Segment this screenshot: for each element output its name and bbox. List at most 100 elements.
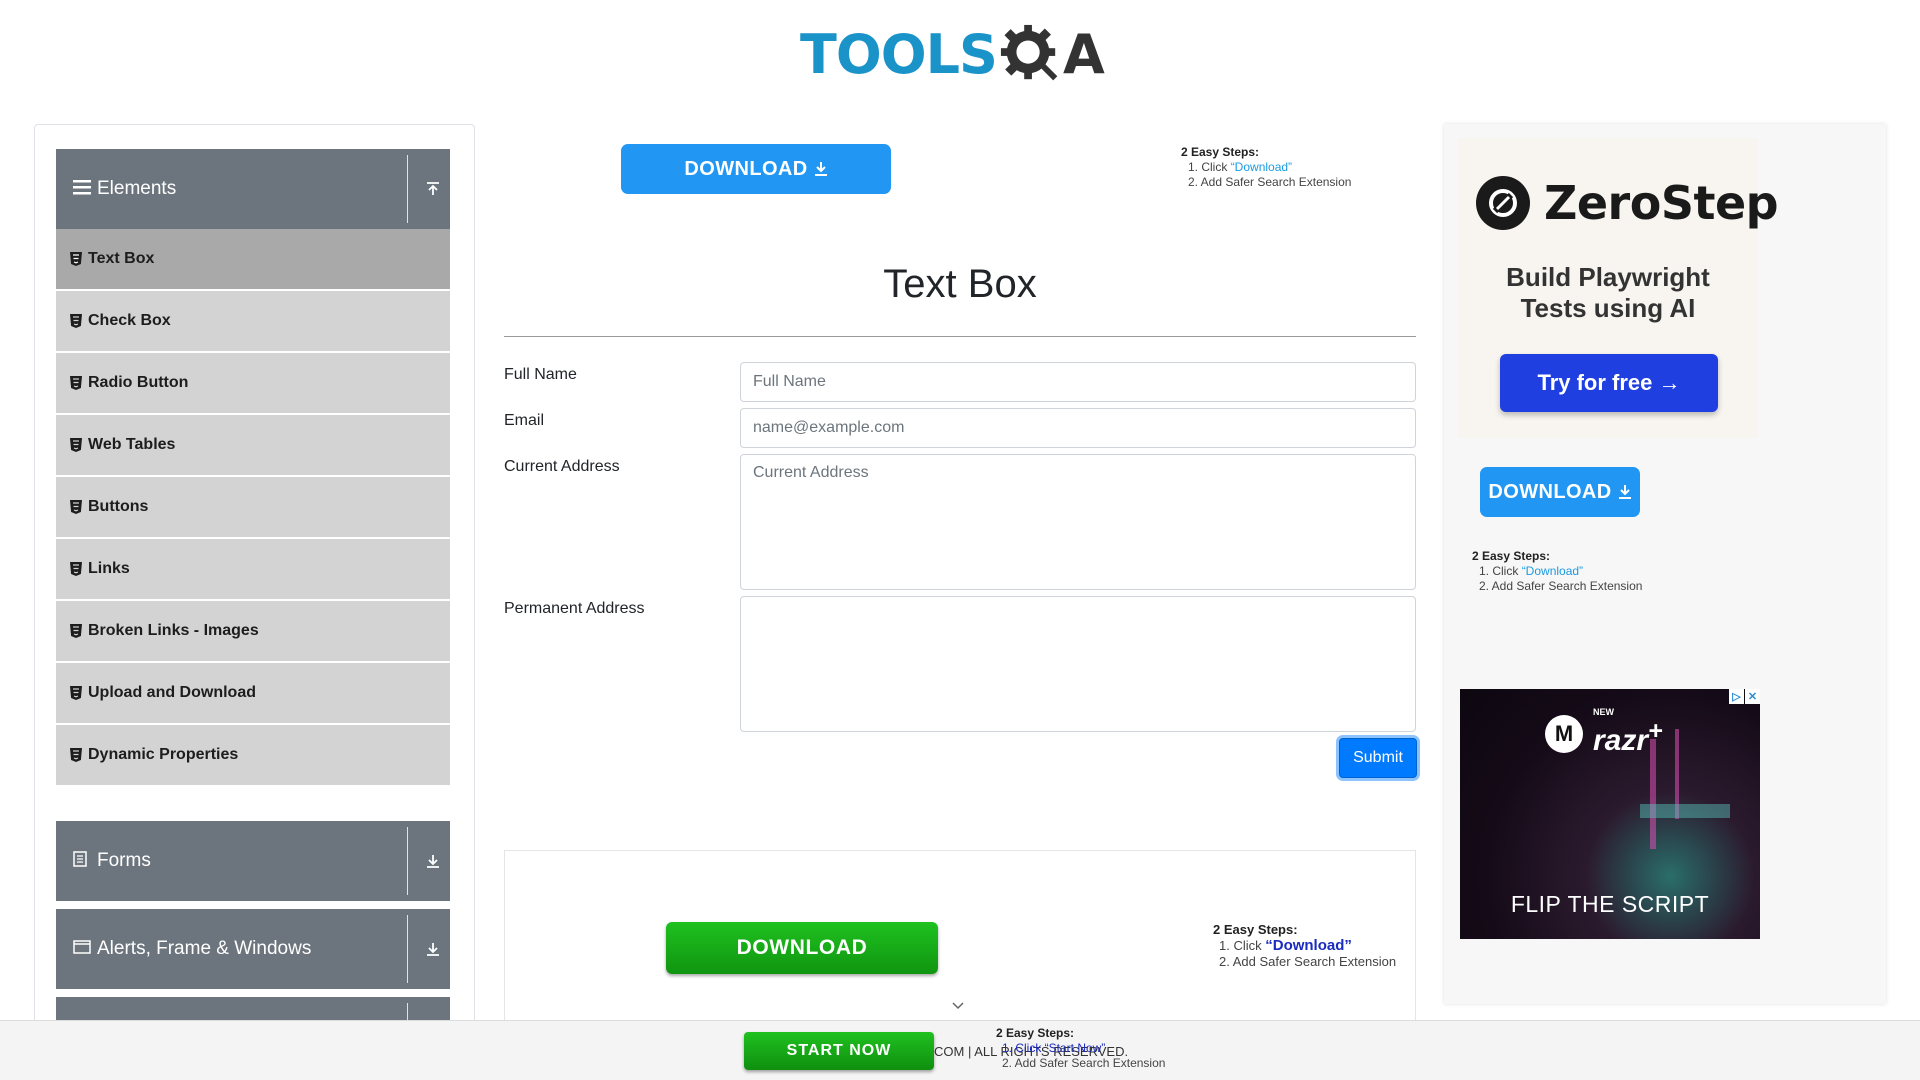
zerostep-tagline: Build Playwright Tests using AI	[1458, 262, 1758, 324]
step-text: 1. Click	[1188, 160, 1231, 174]
motorola-logo-icon: M	[1545, 714, 1583, 753]
step-text: 1. Click	[1479, 564, 1522, 578]
sidebar-item-label: Dynamic Properties	[88, 746, 239, 763]
sidebar-item-label: Links	[88, 560, 130, 577]
email-input[interactable]	[740, 408, 1416, 448]
step-2: 2. Add Safer Search Extension	[1002, 1056, 1166, 1070]
zerostep-name: ZeroStep	[1544, 176, 1779, 230]
try-for-free-button[interactable]: Try for free →	[1500, 354, 1718, 412]
sidebar-item-label: Upload and Download	[88, 684, 256, 701]
divider	[407, 155, 408, 223]
step-1: 1. Click “Download”	[1213, 938, 1396, 954]
html5-icon	[70, 748, 82, 762]
top-ad-steps: 2 Easy Steps: 1. Click “Download” 2. Add…	[1181, 145, 1351, 190]
html5-icon	[70, 252, 82, 266]
steps-title: 2 Easy Steps:	[1213, 922, 1298, 937]
razr-word: razr	[1593, 724, 1649, 757]
light-streak	[1640, 804, 1730, 818]
razr-name: razr+	[1593, 717, 1663, 758]
sidebar-item-links[interactable]: Links	[56, 539, 450, 601]
start-now-button[interactable]: START NOW	[744, 1032, 934, 1070]
sidebar-item-buttons[interactable]: Buttons	[56, 477, 450, 539]
window-icon	[73, 938, 93, 961]
sidebar-item-radio-button[interactable]: Radio Button	[56, 353, 450, 415]
divider	[407, 827, 408, 895]
sidebar-item-dynamic-properties[interactable]: Dynamic Properties	[56, 725, 450, 787]
tagline-line-2: Tests using AI	[1520, 293, 1696, 323]
step-text: 1. Click	[1219, 938, 1266, 953]
html5-icon	[70, 500, 82, 514]
step-2: 2. Add Safer Search Extension	[1188, 175, 1352, 189]
sidebar-item-upload-download[interactable]: Upload and Download	[56, 663, 450, 725]
ad-choices[interactable]: ▷ ✕	[1729, 689, 1760, 704]
green-download-button[interactable]: DOWNLOAD	[666, 922, 938, 974]
logo-qa: A	[997, 23, 1105, 86]
sidebar-group-elements: Elements Text Box Check Box Radio Button…	[56, 149, 450, 787]
download-arrow-icon[interactable]	[416, 821, 450, 901]
top-download-button[interactable]: DOWNLOAD	[621, 144, 891, 194]
steps-title: 2 Easy Steps:	[996, 1026, 1075, 1040]
razr-ad[interactable]: ▷ ✕ M NEW razr+ FLIP THE SCRIPT	[1460, 689, 1760, 939]
title-divider	[504, 336, 1416, 337]
step-1: 1. Click “Download”	[1472, 564, 1642, 579]
sidebar-group-forms: Forms	[56, 821, 450, 901]
current-address-label: Current Address	[504, 458, 620, 475]
full-name-input[interactable]	[740, 362, 1416, 402]
step-link[interactable]: “Download”	[1522, 564, 1583, 578]
sidebar-item-label: Web Tables	[88, 436, 176, 453]
right-download-button[interactable]: DOWNLOAD	[1480, 467, 1640, 517]
download-icon	[814, 162, 827, 176]
tagline-line-1: Build Playwright	[1506, 262, 1710, 292]
steps-title: 2 Easy Steps:	[1472, 549, 1551, 563]
html5-icon	[70, 562, 82, 576]
logo-text: TOOLS	[800, 22, 998, 86]
full-name-label: Full Name	[504, 366, 577, 383]
sidebar-item-label: Broken Links - Images	[88, 622, 259, 639]
toolsqa-logo[interactable]: TOOLS A	[800, 14, 1125, 94]
adchoices-icon[interactable]: ▷	[1729, 689, 1744, 704]
download-arrow-icon[interactable]	[416, 909, 450, 989]
gear-search-icon	[1000, 24, 1058, 81]
group-header-forms[interactable]: Forms	[56, 821, 450, 901]
group-label-elements: Elements	[97, 178, 177, 199]
divider	[407, 915, 408, 983]
email-label: Email	[504, 412, 545, 429]
step-link[interactable]: “Download”	[1231, 160, 1292, 174]
group-header-elements[interactable]: Elements	[56, 149, 450, 229]
html5-icon	[70, 314, 82, 328]
page-title: Text Box	[883, 262, 1037, 306]
step-link[interactable]: “Download”	[1265, 937, 1352, 954]
footer-ad-steps: 2 Easy Steps: 1. Click “Start Now” 2. Ad…	[996, 1026, 1165, 1071]
current-address-input[interactable]	[740, 454, 1416, 590]
sidebar-item-label: Buttons	[88, 498, 149, 515]
group-header-alerts[interactable]: Alerts, Frame & Windows	[56, 909, 450, 989]
bottom-ad-steps: 2 Easy Steps: 1. Click “Download” 2. Add…	[1213, 922, 1396, 970]
step-1[interactable]: 1. Click “Start Now”	[996, 1041, 1165, 1056]
submit-button[interactable]: Submit	[1339, 738, 1417, 778]
sidebar-group-alerts: Alerts, Frame & Windows	[56, 909, 450, 989]
group-label-alerts: Alerts, Frame & Windows	[97, 938, 312, 959]
zerostep-logo: ZeroStep	[1476, 176, 1779, 230]
download-label: DOWNLOAD	[1488, 480, 1612, 503]
sidebar-item-label: Check Box	[88, 312, 171, 329]
upload-arrow-icon[interactable]	[416, 149, 450, 229]
download-label: DOWNLOAD	[684, 157, 808, 180]
razr-tagline: FLIP THE SCRIPT	[1510, 891, 1710, 917]
razr-logo: M NEW razr+	[1545, 707, 1663, 758]
permanent-address-label: Permanent Address	[504, 600, 645, 617]
chevron-down-icon[interactable]	[950, 998, 966, 1014]
logo-suffix: A	[1062, 22, 1105, 86]
sidebar-item-check-box[interactable]: Check Box	[56, 291, 450, 353]
close-icon[interactable]: ✕	[1745, 689, 1760, 704]
step-2: 2. Add Safer Search Extension	[1219, 954, 1397, 969]
step-1: 1. Click “Download”	[1181, 160, 1351, 175]
zerostep-mark-icon	[1476, 176, 1530, 230]
sidebar-item-web-tables[interactable]: Web Tables	[56, 415, 450, 477]
sidebar: Elements Text Box Check Box Radio Button…	[34, 124, 475, 1054]
steps-title: 2 Easy Steps:	[1181, 145, 1260, 159]
document-icon	[73, 850, 93, 873]
group-label-forms: Forms	[97, 850, 151, 871]
sidebar-item-text-box[interactable]: Text Box	[56, 229, 450, 291]
sidebar-item-broken-links[interactable]: Broken Links - Images	[56, 601, 450, 663]
permanent-address-input[interactable]	[740, 596, 1416, 732]
